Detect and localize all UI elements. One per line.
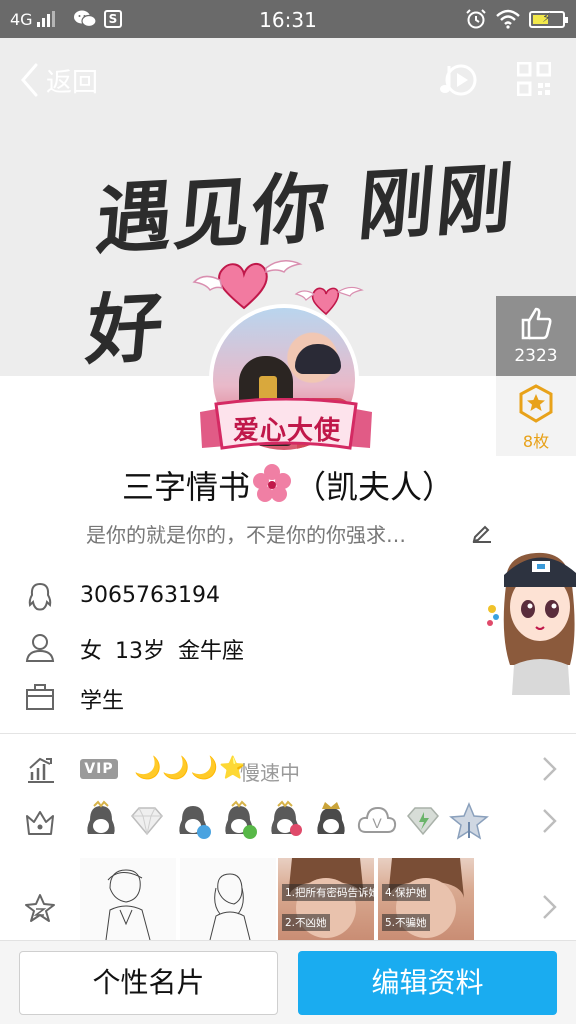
status-bar: 4G S 16:31 ⚡ — [0, 0, 576, 38]
photo-caption: 4.保护她 — [382, 884, 430, 901]
back-label: 返回 — [46, 67, 99, 98]
chevron-right-icon — [543, 757, 557, 781]
penguin-crown-badge-icon — [317, 802, 345, 834]
personal-card-button[interactable]: 个性名片 — [19, 951, 278, 1015]
badge-label: 爱心大使 — [232, 416, 341, 446]
photo-thumbnail[interactable] — [80, 858, 176, 940]
privilege-badges: V — [80, 800, 490, 844]
music-icon[interactable] — [438, 60, 478, 100]
chevron-right-icon — [543, 895, 557, 919]
sketch-girl-illustration — [209, 873, 251, 940]
qq-penguin-icon — [28, 582, 52, 611]
cloud-v-icon: V — [357, 806, 397, 833]
qq-number-row: 3065763194 — [0, 573, 480, 621]
nickname-right: （凯夫人） — [294, 468, 455, 506]
qq-number: 3065763194 — [80, 583, 220, 608]
signature-text[interactable]: 是你的就是你的，不是你的你强求… — [86, 519, 406, 548]
photo-caption: 5.不骗她 — [382, 914, 430, 931]
profile-basic-row: 女 13岁 金牛座 — [0, 623, 480, 671]
photo-wall[interactable]: 1.把所有密码告诉她 2.不凶她 4.保护她 5.不骗她 — [80, 858, 474, 940]
diamond-icon — [131, 807, 163, 836]
photo-caption: 2.不凶她 — [282, 914, 330, 931]
divider — [0, 733, 576, 734]
thumbs-up-icon — [521, 307, 552, 340]
alarm-icon — [466, 9, 486, 29]
bottom-action-bar: 个性名片 编辑资料 — [0, 940, 576, 1024]
cartoon-girl-sticker[interactable] — [484, 545, 576, 695]
like-count: 2323 — [514, 346, 558, 366]
penguin-badge-icon — [87, 800, 115, 834]
back-button[interactable]: 返回 — [18, 60, 98, 100]
medal-button[interactable]: 8枚 — [496, 376, 576, 456]
occupation: 学生 — [80, 689, 125, 714]
photo-caption: 1.把所有密码告诉她 — [282, 884, 374, 901]
penguin-badge-icon — [271, 800, 302, 836]
chevron-right-icon — [543, 809, 557, 833]
occupation-row: 学生 — [0, 673, 480, 721]
clock: 16:31 — [259, 8, 317, 32]
nickname: 三字情书 （凯夫人） — [0, 462, 576, 508]
penguin-badge-icon — [179, 806, 211, 839]
person-icon — [25, 634, 55, 662]
level-moons: 🌙🌙🌙⭐ — [134, 756, 248, 781]
star-outline-icon — [25, 894, 55, 922]
nickname-left: 三字情书 — [121, 468, 250, 506]
diamond-bolt-icon — [407, 807, 439, 836]
battery-icon: ⚡ — [529, 11, 568, 28]
wifi-icon — [496, 9, 520, 29]
briefcase-icon — [26, 684, 54, 710]
crown-icon — [26, 811, 54, 835]
like-button[interactable]: 2323 — [496, 296, 576, 376]
avatar-with-badge[interactable]: 爱心大使 — [192, 250, 382, 462]
gender-age-zodiac: 女 13岁 金牛座 — [80, 639, 244, 664]
medal-count: 8枚 — [522, 432, 550, 451]
photo-thumbnail[interactable] — [180, 858, 276, 940]
photo-thumbnail[interactable]: 4.保护她 5.不骗她 — [378, 858, 474, 940]
pencil-icon[interactable] — [471, 521, 493, 543]
edit-profile-button[interactable]: 编辑资料 — [298, 951, 557, 1015]
vip-tag: VIP — [80, 759, 118, 779]
pink-flower-icon — [253, 464, 291, 502]
photo-thumbnail[interactable]: 1.把所有密码告诉她 2.不凶她 — [278, 858, 374, 940]
svg-text:V: V — [372, 815, 382, 831]
sketch-boy-illustration — [105, 869, 151, 940]
star-badge-icon — [449, 802, 489, 840]
chevron-left-icon — [21, 63, 38, 97]
growth-chart-icon — [28, 757, 54, 783]
qr-code-icon[interactable] — [517, 62, 551, 96]
medal-star-icon — [519, 384, 553, 423]
penguin-badge-icon — [225, 800, 257, 839]
speed-status: 慢速中 — [240, 761, 300, 785]
